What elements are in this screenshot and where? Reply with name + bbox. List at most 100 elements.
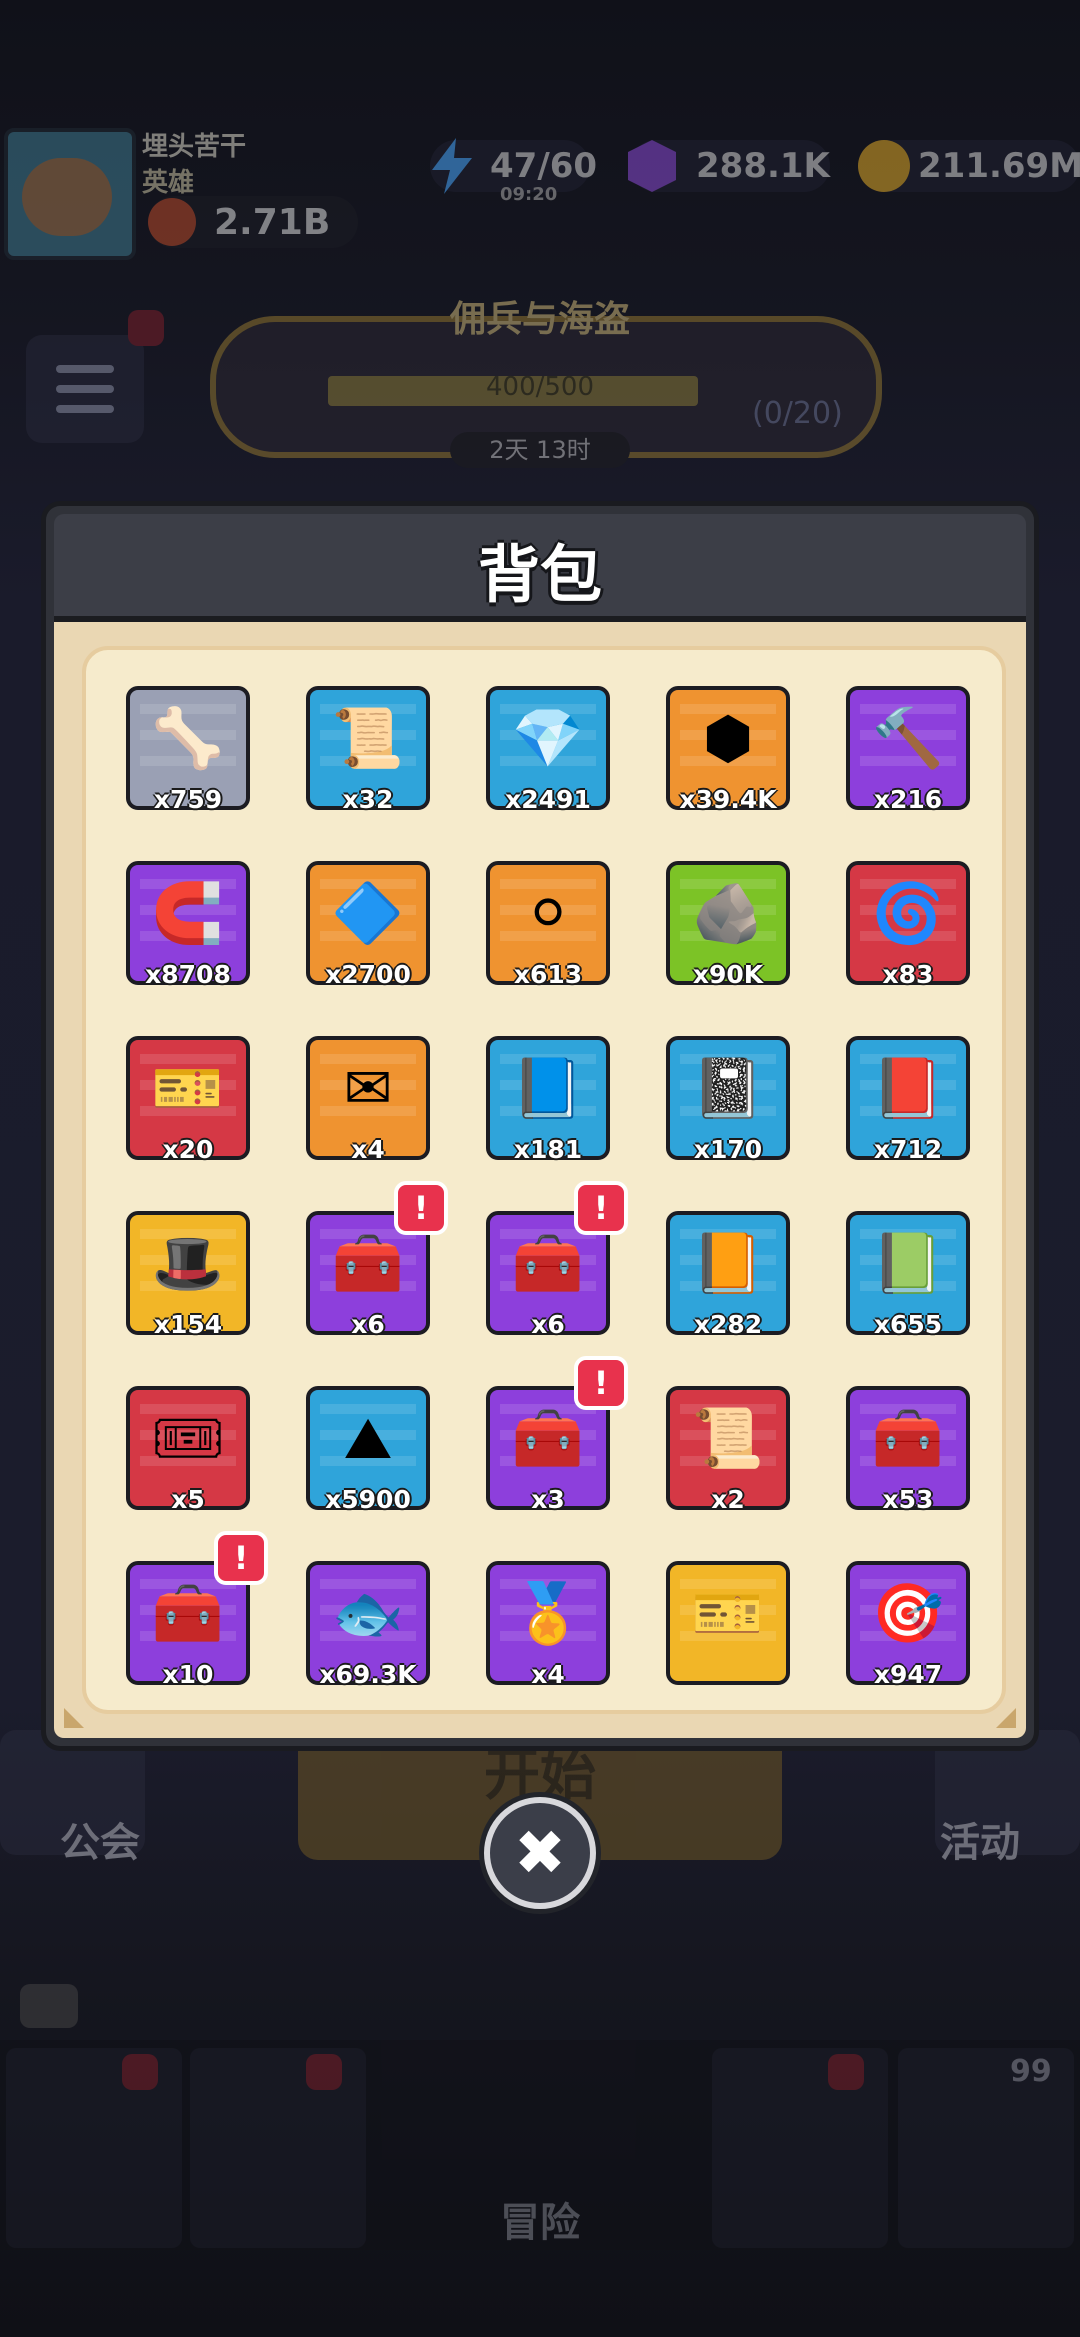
- modal-title: 背包: [477, 538, 602, 611]
- scroll-icon: 📜: [331, 704, 405, 772]
- inventory-slot[interactable]: 🪨 x90K: [666, 861, 790, 989]
- item-count: x69.3K: [319, 1660, 417, 1689]
- power-value: 2.71B: [214, 202, 331, 243]
- silver-coin-icon: ⚪: [523, 879, 573, 947]
- inventory-slot[interactable]: 🔨 x216: [846, 686, 970, 814]
- fish-medal-icon: 🏅: [511, 1579, 585, 1647]
- nav-adventure-label: 冒险: [500, 2200, 580, 2246]
- inventory-slot[interactable]: 🎫: [666, 1561, 790, 1685]
- item-count: x216: [873, 785, 943, 814]
- lion-chest-icon: 🧰: [511, 1404, 585, 1472]
- modal-body: 🦴 x759 📜 x32 💎 x2491 ⬢ x39.4K 🔨 x216 🧲 x8708 🔷 x2700 ⚪…: [54, 622, 1026, 1738]
- item-count: x4: [351, 1135, 385, 1164]
- lightning-icon: [432, 138, 472, 194]
- gold-value: 211.69M: [918, 146, 1080, 186]
- power-display: 2.71B: [148, 196, 358, 248]
- item-count: x759: [153, 785, 223, 814]
- inventory-slot[interactable]: 🌀 x83: [846, 861, 970, 989]
- menu-line: [56, 405, 114, 413]
- inventory-slot[interactable]: 📜 x32: [306, 686, 430, 814]
- nav-shop-badge: [122, 2054, 158, 2090]
- item-count: x3: [531, 1485, 565, 1514]
- recipe-scroll-icon: 📜: [691, 1404, 765, 1472]
- activity-label: 活动: [940, 1820, 1020, 1866]
- witch-hat-icon: 🎩: [151, 1229, 225, 1297]
- purple-book-icon: 📘: [511, 1054, 585, 1122]
- power-fist-icon: [148, 198, 196, 246]
- inventory-slot[interactable]: 📙 x282: [666, 1211, 790, 1339]
- inventory-slot[interactable]: ⬢ x39.4K: [666, 686, 790, 814]
- item-count: x6: [351, 1310, 385, 1339]
- inventory-slot[interactable]: ✉ x4: [306, 1036, 430, 1164]
- close-icon: ✖: [514, 1816, 566, 1889]
- gem-counter[interactable]: 288.1K: [628, 140, 830, 192]
- rune-stone-icon: 🪨: [691, 879, 765, 947]
- player-title: 英雄: [142, 168, 195, 198]
- inventory-slot[interactable]: 📗 x655: [846, 1211, 970, 1339]
- player-name: 埋头苦干: [142, 132, 247, 162]
- inventory-slot[interactable]: ⛰ x5900: [306, 1386, 430, 1514]
- inventory-slot[interactable]: 🔷 x2700: [306, 861, 430, 989]
- red-book-icon: 📕: [871, 1054, 945, 1122]
- inventory-slot[interactable]: 🏅 x4: [486, 1561, 610, 1689]
- inventory-slot[interactable]: 🧰 x53: [846, 1386, 970, 1514]
- item-count: x4: [531, 1660, 565, 1689]
- chat-icon[interactable]: [20, 1984, 78, 2028]
- inventory-slot[interactable]: 🎫 x20: [126, 1036, 250, 1164]
- hex-badge-icon: ⬢: [702, 704, 754, 772]
- fish-coin-icon: 🐟: [331, 1579, 405, 1647]
- knight-chest-icon: 🧰: [871, 1404, 945, 1472]
- energy-counter[interactable]: 47/60 09:20: [430, 138, 597, 205]
- nav-heroes-badge: [306, 2054, 342, 2090]
- gem-value: 288.1K: [696, 146, 830, 186]
- horseshoe-icon: 🧲: [151, 879, 225, 947]
- item-count: x53: [882, 1485, 934, 1514]
- inventory-slot[interactable]: ⚪ x613: [486, 861, 610, 989]
- purple-gem-icon: 🔷: [331, 879, 405, 947]
- item-grid: 🦴 x759 📜 x32 💎 x2491 ⬢ x39.4K 🔨 x216 🧲 x8708 🔷 x2700 ⚪…: [82, 646, 1006, 1714]
- inventory-slot[interactable]: 🧲 x8708: [126, 861, 250, 989]
- inventory-slot[interactable]: 🎟 x5: [126, 1386, 250, 1514]
- item-count: x2: [711, 1485, 745, 1514]
- inventory-slot[interactable]: 💎 x2491: [486, 686, 610, 814]
- capybara-icon: [22, 158, 112, 236]
- inventory-slot[interactable]: 🎩 x154: [126, 1211, 250, 1339]
- item-count: x32: [342, 785, 394, 814]
- inventory-slot[interactable]: 📜 x2: [666, 1386, 790, 1514]
- menu-badge: [128, 310, 164, 346]
- inventory-slot[interactable]: 📕 x712: [846, 1036, 970, 1164]
- event-timer: 2天 13时: [450, 432, 630, 468]
- item-count: x39.4K: [679, 785, 777, 814]
- skull-chest-icon: 🧰: [511, 1229, 585, 1297]
- corner-decoration: [996, 1708, 1016, 1728]
- item-count: x181: [513, 1135, 583, 1164]
- orange-book-icon: 📙: [691, 1229, 765, 1297]
- item-count: x947: [873, 1660, 943, 1689]
- item-count: x10: [162, 1660, 214, 1689]
- inventory-slot[interactable]: 🎯 x947: [846, 1561, 970, 1689]
- item-count: x170: [693, 1135, 763, 1164]
- item-count: x613: [513, 960, 583, 989]
- inventory-slot[interactable]: 📓 x170: [666, 1036, 790, 1164]
- gold-pile-icon: ⛰: [343, 1404, 393, 1472]
- guild-label: 公会: [60, 1820, 140, 1866]
- alert-badge: !: [394, 1181, 448, 1235]
- close-button[interactable]: ✖: [484, 1797, 596, 1909]
- skull-book-icon: 📓: [691, 1054, 765, 1122]
- bone-icon: 🦴: [151, 704, 225, 772]
- inventory-slot[interactable]: 🐟 x69.3K: [306, 1561, 430, 1689]
- item-count: x6: [531, 1310, 565, 1339]
- item-count: x20: [162, 1135, 214, 1164]
- item-count: x8708: [145, 960, 231, 989]
- gold-counter[interactable]: 211.69M: [858, 140, 1080, 192]
- item-count: x5: [171, 1485, 205, 1514]
- alert-badge: !: [214, 1531, 268, 1585]
- leaf-book-icon: 📗: [871, 1229, 945, 1297]
- alert-badge: !: [574, 1356, 628, 1410]
- mystery-chest-icon: 🧰: [331, 1229, 405, 1297]
- avatar[interactable]: [4, 128, 136, 260]
- event-progress: 400/500: [485, 372, 594, 402]
- inventory-slot[interactable]: 📘 x181: [486, 1036, 610, 1164]
- inventory-slot[interactable]: 🦴 x759: [126, 686, 250, 814]
- energy-timer: 09:20: [500, 184, 558, 205]
